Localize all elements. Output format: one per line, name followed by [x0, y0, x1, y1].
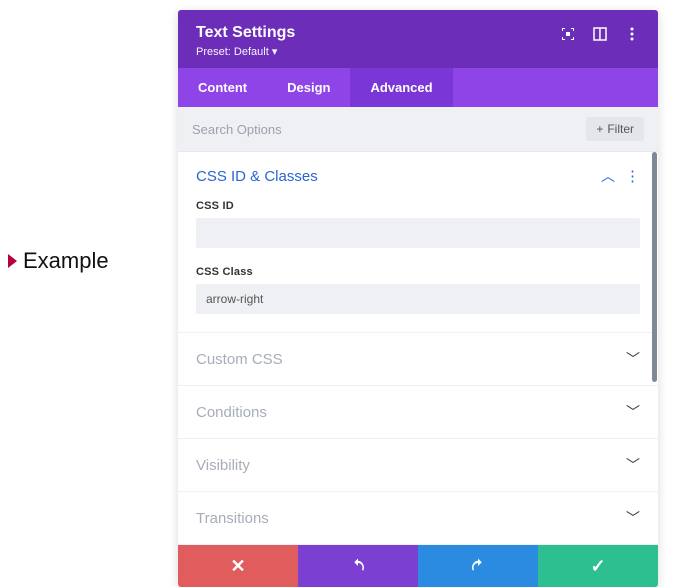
search-row: Search Options + Filter: [178, 107, 658, 152]
panel-footer: ✕ ✓: [178, 545, 658, 587]
panel-title: Text Settings: [196, 24, 295, 42]
css-class-field-group: CSS Class: [196, 266, 640, 314]
section-transitions[interactable]: Transitions ﹀: [178, 492, 658, 545]
cancel-button[interactable]: ✕: [178, 545, 298, 587]
css-id-field-group: CSS ID: [196, 200, 640, 248]
filter-button[interactable]: + Filter: [586, 117, 644, 141]
section-title: CSS ID & Classes: [196, 168, 318, 185]
save-button[interactable]: ✓: [538, 545, 658, 587]
tab-content[interactable]: Content: [178, 68, 267, 107]
example-callout: Example: [8, 248, 109, 274]
section-custom-css[interactable]: Custom CSS ﹀: [178, 333, 658, 386]
chevron-down-icon: ﹀: [626, 349, 640, 369]
tabs: Content Design Advanced: [178, 68, 658, 107]
chevron-up-icon[interactable]: ︿: [601, 166, 615, 186]
css-class-input[interactable]: [196, 284, 640, 314]
section-title: Custom CSS: [196, 351, 283, 368]
example-label-text: Example: [23, 248, 109, 274]
redo-icon: [469, 557, 487, 575]
css-class-label: CSS Class: [196, 266, 640, 278]
preset-label: Preset: Default: [196, 46, 269, 58]
header-actions: [560, 24, 640, 42]
chevron-down-icon: ﹀: [626, 508, 640, 528]
section-visibility[interactable]: Visibility ﹀: [178, 439, 658, 492]
section-title: Visibility: [196, 457, 250, 474]
chevron-down-icon: ﹀: [626, 402, 640, 422]
section-title: Conditions: [196, 404, 267, 421]
settings-panel: Text Settings Preset: Default ▾ Content …: [178, 10, 658, 587]
section-controls: ︿ ⋮: [601, 166, 640, 186]
filter-label: Filter: [607, 122, 634, 136]
more-icon[interactable]: ⋮: [625, 169, 640, 184]
section-conditions[interactable]: Conditions ﹀: [178, 386, 658, 439]
close-icon: ✕: [230, 556, 245, 577]
panel-content: CSS ID & Classes ︿ ⋮ CSS ID CSS Class Cu…: [178, 152, 658, 545]
chevron-down-icon: ﹀: [626, 455, 640, 475]
section-header[interactable]: CSS ID & Classes ︿ ⋮: [196, 166, 640, 186]
arrow-right-icon: [8, 254, 17, 268]
section-css-id-classes: CSS ID & Classes ︿ ⋮ CSS ID CSS Class: [178, 152, 658, 333]
more-icon[interactable]: [624, 26, 640, 42]
tab-design[interactable]: Design: [267, 68, 350, 107]
section-title: Transitions: [196, 510, 269, 527]
check-icon: ✓: [590, 556, 605, 577]
panel-header: Text Settings Preset: Default ▾: [178, 10, 658, 68]
preset-selector[interactable]: Preset: Default ▾: [196, 45, 295, 58]
caret-down-icon: ▾: [272, 46, 278, 58]
tab-advanced[interactable]: Advanced: [350, 68, 452, 107]
search-input[interactable]: Search Options: [192, 122, 282, 137]
undo-icon: [349, 557, 367, 575]
header-left: Text Settings Preset: Default ▾: [196, 24, 295, 58]
redo-button[interactable]: [418, 545, 538, 587]
plus-icon: +: [596, 122, 603, 136]
css-id-label: CSS ID: [196, 200, 640, 212]
scrollbar[interactable]: [652, 152, 657, 382]
expand-icon[interactable]: [592, 26, 608, 42]
focus-icon[interactable]: [560, 26, 576, 42]
css-id-input[interactable]: [196, 218, 640, 248]
undo-button[interactable]: [298, 545, 418, 587]
